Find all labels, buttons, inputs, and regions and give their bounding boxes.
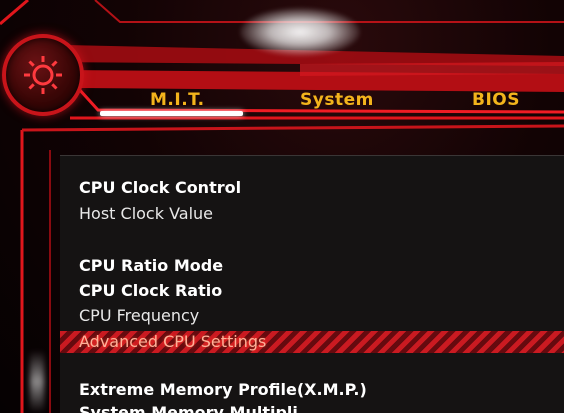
menu-item-host-clock-value[interactable]: Host Clock Value — [79, 204, 213, 223]
tab-bar: M.I.T. System BIOS — [70, 80, 564, 120]
menu-item-cpu-clock-ratio[interactable]: CPU Clock Ratio — [79, 281, 222, 300]
frame-inner-top — [21, 124, 564, 132]
tab-bios[interactable]: BIOS — [472, 90, 520, 110]
frame-top-diagonal — [0, 0, 29, 26]
bios-screen: M.I.T. System BIOS CPU Clock Control Hos… — [0, 0, 564, 413]
menu-item-cpu-ratio-mode[interactable]: CPU Ratio Mode — [79, 256, 223, 275]
screen-glare — [240, 8, 360, 56]
menu-item-cpu-frequency[interactable]: CPU Frequency — [79, 306, 199, 325]
gear-icon — [24, 56, 62, 94]
tab-system[interactable]: System — [300, 90, 374, 110]
frame-hatch-band — [300, 62, 564, 76]
menu-item-cpu-clock-control[interactable]: CPU Clock Control — [79, 178, 241, 197]
tab-mit[interactable]: M.I.T. — [150, 90, 205, 110]
menu-item-system-memory-multiplier[interactable]: System Memory Multipli — [79, 403, 298, 413]
menu-item-extreme-memory-profile[interactable]: Extreme Memory Profile(X.M.P.) — [79, 380, 367, 399]
menu-item-advanced-cpu-settings[interactable]: Advanced CPU Settings — [79, 332, 266, 351]
screen-reflection — [30, 350, 44, 413]
